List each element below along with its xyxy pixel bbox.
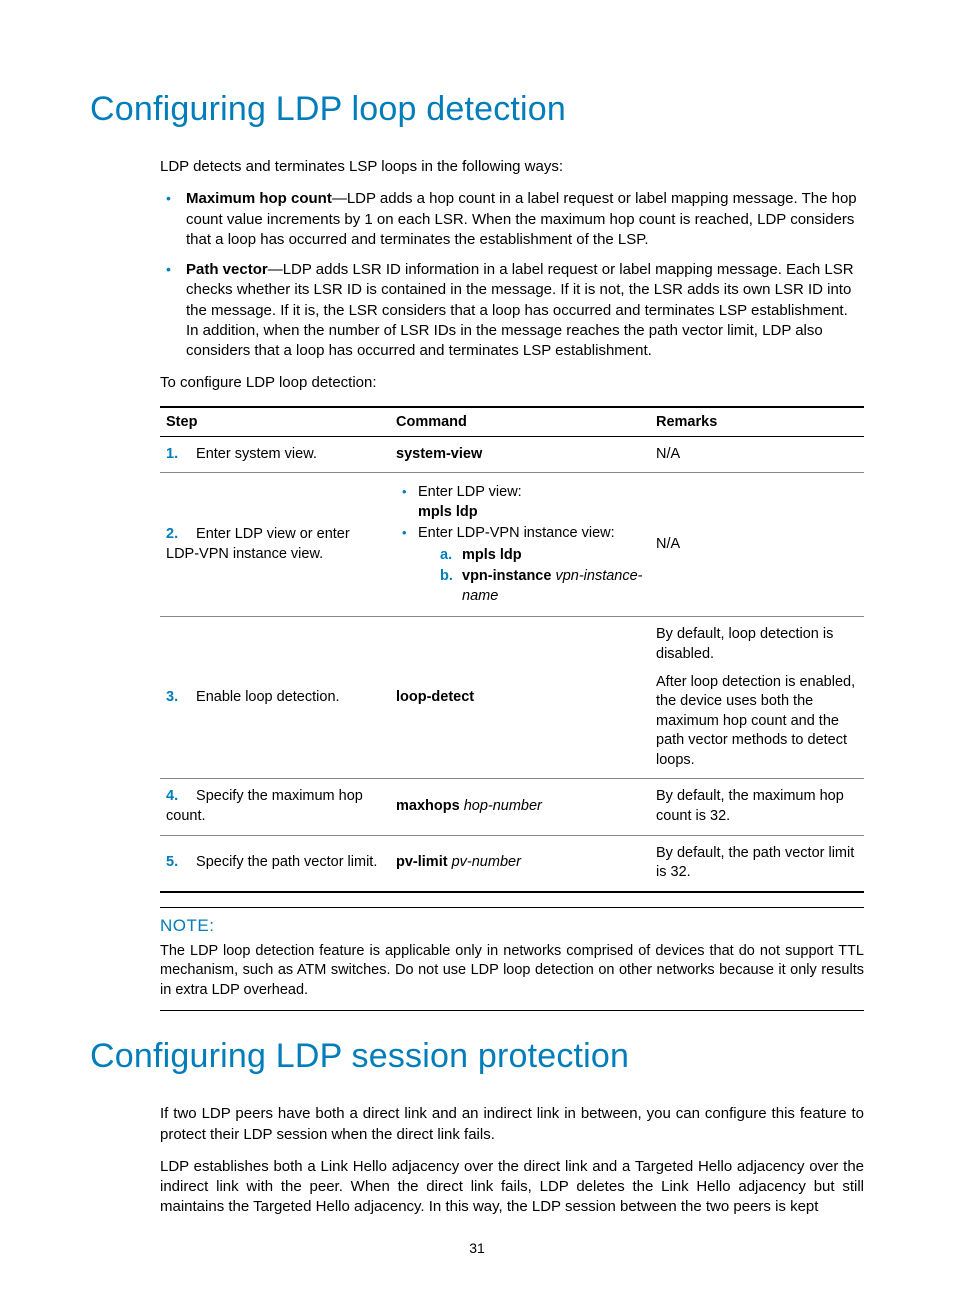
command-option: Enter LDP view: mpls ldp	[396, 483, 644, 522]
command-intro: Enter LDP view:	[418, 484, 522, 500]
body-paragraph: LDP establishes both a Link Hello adjace…	[160, 1157, 864, 1218]
detection-methods-list: Maximum hop count—LDP adds a hop count i…	[160, 189, 864, 361]
command-text: pv-limit	[396, 854, 448, 870]
step-number: 5.	[166, 853, 192, 873]
command-arg: hop-number	[464, 798, 542, 814]
table-header-step: Step	[160, 407, 390, 437]
command-text: vpn-instance	[462, 568, 551, 584]
table-row: 5. Specify the path vector limit. pv-lim…	[160, 835, 864, 892]
pretable-text: To configure LDP loop detection:	[160, 373, 864, 393]
command-text: maxhops	[396, 798, 460, 814]
step-number: 4.	[166, 787, 192, 807]
bullet-lead: Path vector	[186, 261, 268, 278]
command-text: mpls ldp	[418, 504, 478, 520]
step-number: 2.	[166, 525, 192, 545]
command-text: mpls ldp	[462, 547, 522, 563]
step-text: Enter system view.	[196, 446, 317, 462]
intro-paragraph: LDP detects and terminates LSP loops in …	[160, 157, 864, 177]
step-text: Specify the maximum hop count.	[166, 788, 363, 824]
remarks-text: N/A	[650, 436, 864, 473]
step-text: Enter LDP view or enter LDP-VPN instance…	[166, 526, 350, 562]
command-text: system-view	[396, 446, 482, 462]
section-heading-loop-detection: Configuring LDP loop detection	[90, 90, 864, 129]
list-item: Maximum hop count—LDP adds a hop count i…	[160, 189, 864, 250]
remarks-text: By default, the path vector limit is 32.	[650, 835, 864, 892]
bullet-text: —LDP adds LSR ID information in a label …	[186, 261, 854, 359]
remarks-text: N/A	[650, 473, 864, 617]
remarks-text: By default, loop detection is disabled.	[656, 625, 858, 664]
command-text: loop-detect	[396, 689, 474, 705]
step-number: 3.	[166, 688, 192, 708]
table-row: 3. Enable loop detection. loop-detect By…	[160, 617, 864, 779]
remarks-text: By default, the maximum hop count is 32.	[650, 779, 864, 835]
table-row: 1. Enter system view. system-view N/A	[160, 436, 864, 473]
table-header-command: Command	[390, 407, 650, 437]
note-text: The LDP loop detection feature is applic…	[160, 942, 864, 1001]
command-intro: Enter LDP-VPN instance view:	[418, 525, 615, 541]
command-substep: a.mpls ldp	[440, 546, 644, 566]
section-heading-session-protection: Configuring LDP session protection	[90, 1037, 864, 1076]
body-paragraph: If two LDP peers have both a direct link…	[160, 1104, 864, 1145]
list-item: Path vector—LDP adds LSR ID information …	[160, 260, 864, 361]
config-table: Step Command Remarks 1. Enter system vie…	[160, 406, 864, 893]
step-text: Specify the path vector limit.	[196, 854, 377, 870]
note-title: NOTE:	[160, 916, 864, 936]
command-option: Enter LDP-VPN instance view: a.mpls ldp …	[396, 524, 644, 606]
remarks-text: After loop detection is enabled, the dev…	[656, 673, 858, 771]
command-substep: b.vpn-instance vpn-instance-name	[440, 567, 644, 606]
note-box: NOTE: The LDP loop detection feature is …	[160, 907, 864, 1012]
table-row: 4. Specify the maximum hop count. maxhop…	[160, 779, 864, 835]
command-arg: pv-number	[452, 854, 521, 870]
command-option-list: Enter LDP view: mpls ldp Enter LDP-VPN i…	[396, 483, 644, 606]
table-row: 2. Enter LDP view or enter LDP-VPN insta…	[160, 473, 864, 617]
table-header-remarks: Remarks	[650, 407, 864, 437]
step-number: 1.	[166, 445, 192, 465]
bullet-lead: Maximum hop count	[186, 190, 332, 207]
page-number: 31	[0, 1240, 954, 1256]
step-text: Enable loop detection.	[196, 689, 340, 705]
